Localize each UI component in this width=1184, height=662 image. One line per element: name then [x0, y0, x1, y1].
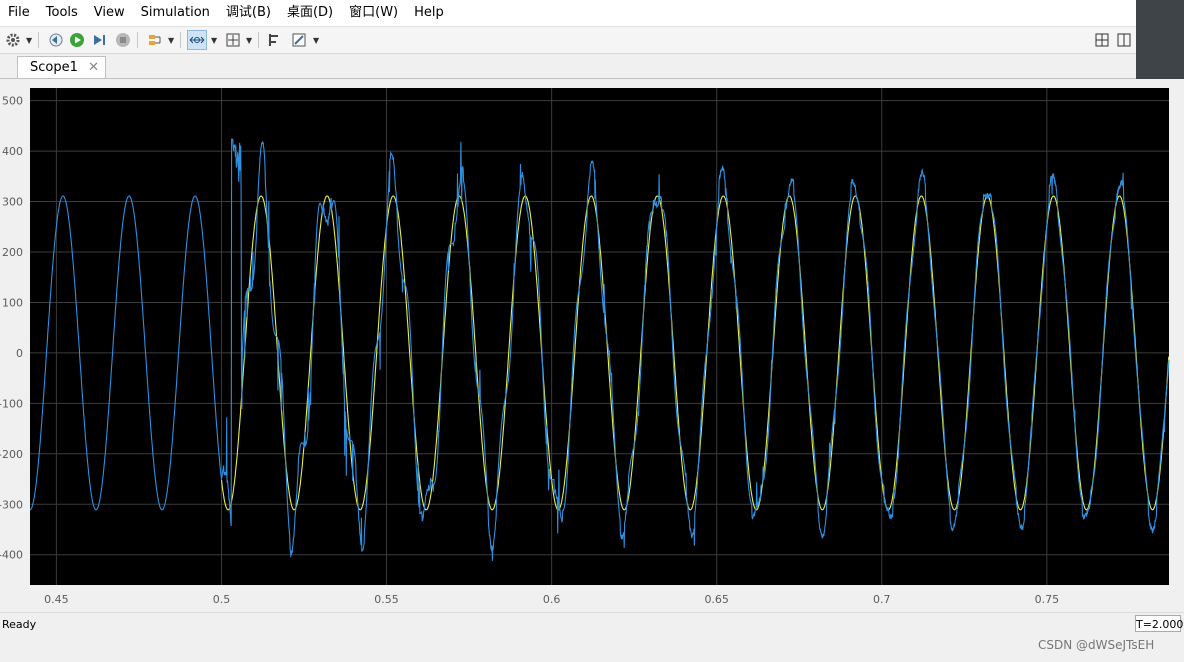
- menu-desktop[interactable]: 桌面(D): [279, 0, 341, 26]
- plot-background: [30, 88, 1169, 585]
- menu-simulation[interactable]: Simulation: [133, 0, 218, 26]
- stop-icon[interactable]: [113, 30, 133, 50]
- tab-strip: Scope1 ✕: [0, 54, 1136, 79]
- y-tick-label: 200: [2, 246, 23, 259]
- fit-dropdown-icon[interactable]: ▼: [246, 36, 252, 45]
- gear-icon[interactable]: [3, 30, 23, 50]
- x-tick-label: 0.6: [543, 593, 561, 606]
- scope-plot[interactable]: 0.45 0.5 0.55 0.6 0.65 0.7 0.75 500 400 300 200 100…: [0, 79, 1184, 612]
- simulation-time: T=2.000: [1135, 615, 1183, 632]
- y-tick-label: 0: [16, 347, 23, 360]
- menu-window[interactable]: 窗口(W): [341, 0, 406, 26]
- run-icon[interactable]: [67, 30, 87, 50]
- zoom-x-icon[interactable]: [187, 30, 207, 50]
- menu-bar: File Tools View Simulation 调试(B) 桌面(D) 窗…: [0, 0, 1136, 27]
- y-tick-label: 300: [2, 196, 23, 209]
- step-forward-icon[interactable]: [89, 30, 109, 50]
- x-tick-label: 0.65: [704, 593, 729, 606]
- tab-label: Scope1: [30, 60, 78, 75]
- menu-view[interactable]: View: [86, 0, 133, 26]
- cursor-measure-icon[interactable]: [264, 30, 284, 50]
- toolbar-separator: [258, 32, 259, 48]
- y-tick-label: 100: [2, 296, 23, 309]
- layout-grid-icon[interactable]: [1092, 30, 1112, 50]
- menu-debug[interactable]: 调试(B): [218, 0, 279, 26]
- y-tick-label: 400: [2, 145, 23, 158]
- toolbar-separator: [137, 32, 138, 48]
- toolbar-separator: [180, 32, 181, 48]
- close-icon[interactable]: ✕: [88, 60, 99, 75]
- x-tick-label: 0.55: [374, 593, 399, 606]
- x-tick-label: 0.75: [1035, 593, 1060, 606]
- tab-scope1[interactable]: Scope1 ✕: [17, 56, 106, 78]
- menu-help[interactable]: Help: [406, 0, 452, 26]
- y-tick-label: -100: [0, 397, 23, 410]
- zoom-dropdown-icon[interactable]: ▼: [211, 36, 217, 45]
- fit-to-view-icon[interactable]: [223, 30, 243, 50]
- step-back-icon[interactable]: [45, 30, 65, 50]
- signal-select-icon[interactable]: [145, 30, 165, 50]
- y-tick-label: -200: [0, 448, 23, 461]
- y-tick-label: -400: [0, 549, 23, 562]
- status-bar: [0, 612, 1184, 662]
- x-tick-label: 0.45: [44, 593, 69, 606]
- x-tick-label: 0.7: [873, 593, 891, 606]
- menu-tools[interactable]: Tools: [38, 0, 86, 26]
- menu-file[interactable]: File: [0, 0, 38, 26]
- x-tick-label: 0.5: [213, 593, 231, 606]
- toolbar-separator: [38, 32, 39, 48]
- style-icon[interactable]: [289, 30, 309, 50]
- status-text: Ready: [2, 618, 37, 631]
- watermark: CSDN @dWSeJTsEH: [1038, 638, 1155, 652]
- layout-split-icon[interactable]: [1114, 30, 1134, 50]
- y-tick-label: -300: [0, 498, 23, 511]
- signal-dropdown-icon[interactable]: ▼: [168, 36, 174, 45]
- toolbar: ▼ ▼ ▼ ▼ ▼: [0, 27, 1136, 54]
- y-tick-label: 500: [2, 95, 23, 108]
- gear-dropdown-icon[interactable]: ▼: [26, 36, 32, 45]
- style-dropdown-icon[interactable]: ▼: [313, 36, 319, 45]
